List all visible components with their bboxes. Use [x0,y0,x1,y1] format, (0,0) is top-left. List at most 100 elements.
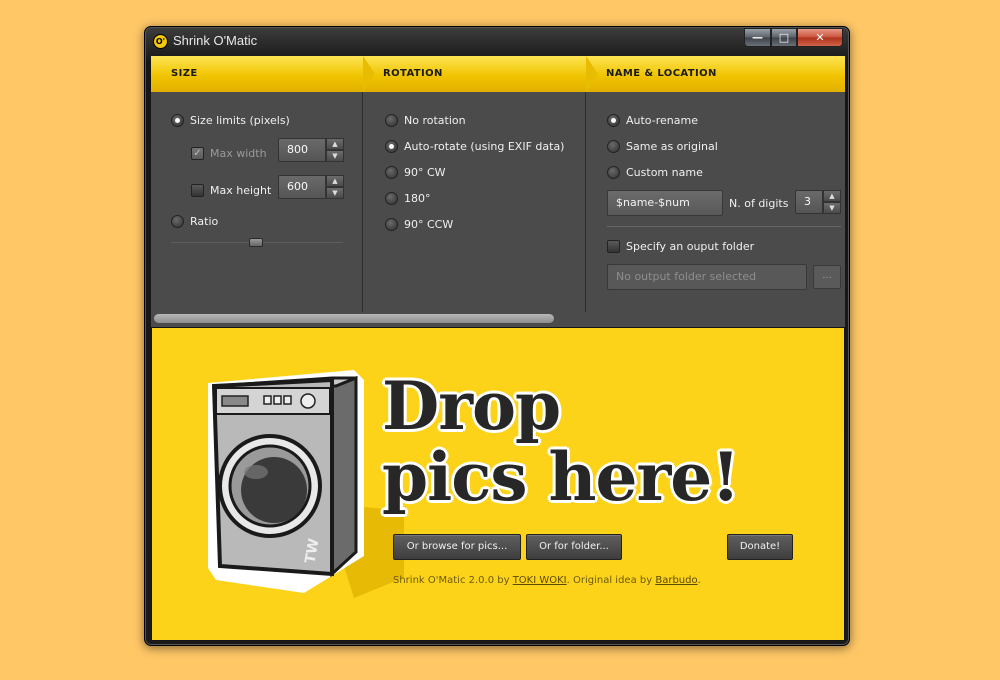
rotation-option-none[interactable]: No rotation [385,114,466,127]
panel-button [263,395,272,405]
donate-button[interactable]: Donate! [727,534,793,560]
drop-heading-line1: Drop [382,367,561,445]
divider [607,226,841,227]
maximize-button[interactable]: □ [771,28,797,47]
panel-display [221,395,249,407]
browse-output-folder-button[interactable]: ... [813,265,841,289]
same-as-original-label: Same as original [626,140,718,153]
browse-folder-button[interactable]: Or for folder... [526,534,622,560]
credits-suffix: . [697,575,701,586]
minimize-button[interactable]: — [744,28,771,47]
max-width-checkbox[interactable]: ✓ [191,147,204,160]
header-rotation-label: ROTATION [383,68,443,79]
rotation-180-radio[interactable] [385,192,398,205]
size-limits-label: Size limits (pixels) [190,114,290,127]
max-width-stepper[interactable]: 800 ▲ ▼ [278,138,344,162]
section-header-bar: SIZE ROTATION NAME & LOCATION [151,56,845,92]
size-column: Size limits (pixels) ✓ Max width 800 ▲ ▼… [151,92,363,312]
app-logo-icon: O' [153,34,168,49]
header-arrow [363,56,375,92]
header-size: SIZE [151,56,375,92]
same-as-original-radio[interactable] [607,140,620,153]
rotation-option-90ccw[interactable]: 90° CCW [385,218,453,231]
digits-up-icon[interactable]: ▲ [823,190,841,202]
name-pattern-input[interactable]: $name-$num [607,190,723,216]
rotation-none-label: No rotation [404,114,466,127]
rotation-90cw-radio[interactable] [385,166,398,179]
max-height-label: Max height [210,184,272,197]
size-limits-option[interactable]: Size limits (pixels) [171,114,290,127]
rotation-180-label: 180° [404,192,431,205]
author-link[interactable]: TOKI WOKI [513,575,567,586]
ratio-radio[interactable] [171,215,184,228]
digits-label: N. of digits [729,197,789,210]
rotation-auto-label: Auto-rotate (using EXIF data) [404,140,565,153]
window-title: Shrink O'Matic [173,33,258,48]
digits-down-icon[interactable]: ▼ [823,202,841,214]
max-height-option[interactable]: Max height [191,184,271,197]
drop-heading-line2: pics here! [382,438,740,516]
rotation-90ccw-radio[interactable] [385,218,398,231]
auto-rename-option[interactable]: Auto-rename [607,114,698,127]
door-reflection [244,465,268,479]
horizontal-scrollbar[interactable] [154,314,554,323]
max-width-up-icon[interactable]: ▲ [326,138,344,150]
output-folder-input[interactable]: No output folder selected [607,264,807,290]
window-controls: — □ ✕ [744,28,843,47]
rotation-option-180[interactable]: 180° [385,192,431,205]
rotation-90ccw-label: 90° CCW [404,218,454,231]
credits-prefix: Shrink O'Matic 2.0.0 by [393,575,513,586]
max-width-down-icon[interactable]: ▼ [326,150,344,162]
output-folder-checkbox[interactable] [607,240,620,253]
header-arrow [586,56,598,92]
ratio-slider-handle[interactable] [249,238,263,247]
size-limits-radio[interactable] [171,114,184,127]
original-idea-link[interactable]: Barbudo [655,575,697,586]
ratio-option[interactable]: Ratio [171,215,218,228]
max-height-value[interactable]: 600 [278,175,326,199]
client-area: SIZE ROTATION NAME & LOCATION Size limit… [151,56,845,641]
header-name-location: NAME & LOCATION [586,56,845,92]
custom-name-radio[interactable] [607,166,620,179]
max-width-option[interactable]: ✓ Max width [191,147,267,160]
header-rotation: ROTATION [363,56,598,92]
max-height-stepper[interactable]: 600 ▲ ▼ [278,175,344,199]
max-width-value[interactable]: 800 [278,138,326,162]
output-folder-label: Specify an ouput folder [626,240,755,253]
output-folder-option[interactable]: Specify an ouput folder [607,240,754,253]
same-as-original-option[interactable]: Same as original [607,140,718,153]
auto-rename-label: Auto-rename [626,114,698,127]
max-height-down-icon[interactable]: ▼ [326,187,344,199]
rotation-column: No rotation Auto-rotate (using EXIF data… [364,92,586,312]
header-name-location-label: NAME & LOCATION [606,68,717,79]
settings-panel: Size limits (pixels) ✓ Max width 800 ▲ ▼… [151,92,845,312]
panel-knob [300,393,316,409]
credits-line: Shrink O'Matic 2.0.0 by TOKI WOKI . Orig… [393,575,701,586]
max-height-up-icon[interactable]: ▲ [326,175,344,187]
credits-middle: . Original idea by [566,575,656,586]
washing-machine-icon [208,370,404,598]
browse-pics-button[interactable]: Or browse for pics... [393,534,521,560]
panel-button [273,395,282,405]
drop-zone[interactable]: TW Drop pics here! Or browse for pics...… [151,327,845,641]
rotation-none-radio[interactable] [385,114,398,127]
digits-stepper[interactable]: 3 ▲ ▼ [795,190,841,214]
digits-value[interactable]: 3 [795,190,823,214]
ratio-label: Ratio [190,215,219,228]
rotation-option-auto[interactable]: Auto-rotate (using EXIF data) [385,140,564,153]
custom-name-option[interactable]: Custom name [607,166,703,179]
name-location-column: Auto-rename Same as original Custom name… [587,92,845,312]
header-size-label: SIZE [171,68,198,79]
panel-button [283,395,292,405]
title-bar[interactable]: O' Shrink O'Matic — □ ✕ [145,27,849,55]
max-width-label: Max width [210,147,267,160]
machine-side [330,375,358,578]
close-button[interactable]: ✕ [797,28,843,47]
max-height-checkbox[interactable] [191,184,204,197]
custom-name-label: Custom name [626,166,703,179]
app-window: O' Shrink O'Matic — □ ✕ SIZE ROTATION NA… [144,26,850,646]
rotation-90cw-label: 90° CW [404,166,446,179]
auto-rename-radio[interactable] [607,114,620,127]
rotation-option-90cw[interactable]: 90° CW [385,166,446,179]
rotation-auto-radio[interactable] [385,140,398,153]
